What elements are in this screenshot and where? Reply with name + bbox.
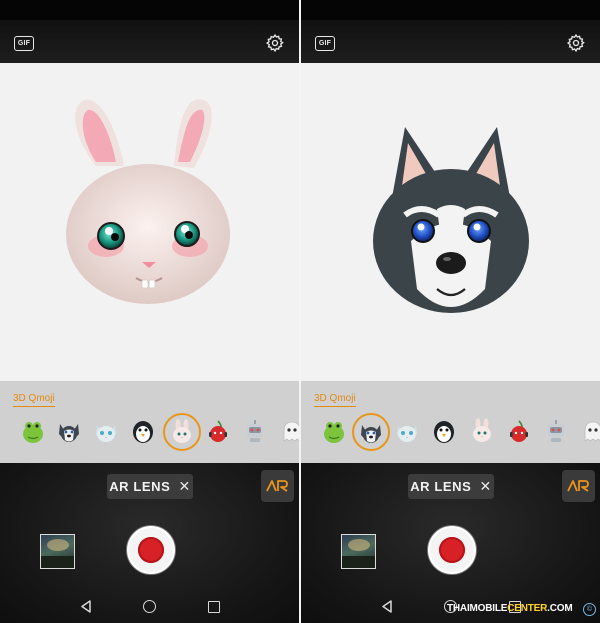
record-button[interactable] bbox=[428, 526, 476, 574]
ar-lens-label: AR LENS bbox=[410, 479, 472, 494]
record-button[interactable] bbox=[127, 526, 175, 574]
ar-lens-chip[interactable]: AR LENS ✕ bbox=[107, 474, 193, 499]
robot-icon bbox=[548, 420, 564, 442]
qmoji-category-tab[interactable]: 3D Qmoji bbox=[314, 393, 356, 407]
qmoji-cat[interactable] bbox=[389, 413, 425, 449]
thumbnail-ground bbox=[41, 556, 74, 568]
bunny-icon bbox=[173, 419, 191, 443]
status-bar bbox=[301, 0, 600, 20]
penguin-icon bbox=[434, 421, 454, 443]
gear-icon[interactable] bbox=[265, 33, 285, 53]
ar-lens-chip[interactable]: AR LENS ✕ bbox=[408, 474, 494, 499]
gif-button[interactable]: GIF bbox=[14, 36, 34, 51]
top-bar: GIF bbox=[0, 0, 299, 63]
ar-logo-icon bbox=[567, 480, 589, 492]
qmoji-ghost[interactable] bbox=[274, 413, 299, 449]
qmoji-bunny[interactable] bbox=[464, 413, 500, 449]
watermark-part-1: THAIMOBILE bbox=[447, 603, 508, 614]
recent-apps-icon[interactable] bbox=[208, 601, 220, 613]
copyright-icon: © bbox=[583, 603, 596, 616]
thumbnail-glow bbox=[348, 539, 370, 551]
watermark-part-2: CENTER bbox=[507, 603, 548, 614]
top-bar: GIF bbox=[301, 0, 600, 63]
close-icon[interactable]: ✕ bbox=[479, 478, 491, 495]
qmoji-category-tab[interactable]: 3D Qmoji bbox=[13, 393, 55, 407]
ar-mode-button[interactable] bbox=[261, 470, 294, 502]
gear-icon[interactable] bbox=[566, 33, 586, 53]
qmoji-ghost[interactable] bbox=[575, 413, 600, 449]
qmoji-strip: 3D Qmoji bbox=[0, 381, 299, 463]
camera-viewport[interactable] bbox=[301, 63, 600, 381]
watermark-part-3: .COM bbox=[547, 603, 573, 614]
penguin-icon bbox=[133, 421, 153, 443]
qmoji-husky[interactable] bbox=[352, 413, 390, 451]
home-icon[interactable] bbox=[143, 600, 156, 613]
camera-panel-left: GIF 3D Qmoji AR LENS ✕ bbox=[0, 0, 299, 623]
camera-viewport[interactable] bbox=[0, 63, 299, 381]
robot-icon bbox=[247, 420, 263, 442]
cherry-icon bbox=[510, 420, 528, 442]
qmoji-cherry[interactable] bbox=[200, 413, 236, 449]
gif-button[interactable]: GIF bbox=[315, 36, 335, 51]
status-bar bbox=[0, 0, 299, 20]
cat-icon bbox=[397, 425, 417, 442]
record-icon bbox=[439, 537, 465, 563]
ar-lens-label: AR LENS bbox=[109, 479, 171, 494]
cherry-icon bbox=[209, 420, 227, 442]
thumbnail-glow bbox=[47, 539, 69, 551]
husky-icon bbox=[59, 424, 79, 442]
qmoji-robot[interactable] bbox=[237, 413, 273, 449]
qmoji-robot[interactable] bbox=[538, 413, 574, 449]
qmoji-husky[interactable] bbox=[51, 413, 87, 449]
qmoji-row bbox=[301, 413, 600, 453]
camera-panel-right: GIF 3D Qmoji AR LENS ✕ bbox=[301, 0, 600, 623]
gallery-thumbnail[interactable] bbox=[40, 534, 75, 569]
nav-bar bbox=[0, 591, 299, 623]
qmoji-frog[interactable] bbox=[15, 413, 51, 449]
qmoji-frog[interactable] bbox=[316, 413, 352, 449]
ghost-icon bbox=[283, 421, 299, 442]
qmoji-cherry[interactable] bbox=[501, 413, 537, 449]
qmoji-strip: 3D Qmoji bbox=[301, 381, 600, 463]
thumbnail-ground bbox=[342, 556, 375, 568]
ghost-icon bbox=[584, 421, 600, 442]
frog-icon bbox=[324, 422, 344, 443]
frog-icon bbox=[23, 422, 43, 443]
husky-icon bbox=[361, 425, 381, 443]
husky-avatar bbox=[373, 127, 529, 313]
qmoji-penguin[interactable] bbox=[426, 413, 462, 449]
ar-logo-icon bbox=[266, 480, 288, 492]
watermark: THAIMOBILECENTER.COM bbox=[447, 603, 573, 614]
qmoji-row bbox=[0, 413, 299, 453]
bunny-avatar bbox=[66, 99, 230, 304]
cat-icon bbox=[96, 425, 116, 442]
record-icon bbox=[138, 537, 164, 563]
qmoji-cat[interactable] bbox=[88, 413, 124, 449]
back-icon[interactable] bbox=[80, 600, 92, 613]
gallery-thumbnail[interactable] bbox=[341, 534, 376, 569]
close-icon[interactable]: ✕ bbox=[178, 478, 190, 495]
qmoji-bunny[interactable] bbox=[163, 413, 201, 451]
qmoji-penguin[interactable] bbox=[125, 413, 161, 449]
bunny-icon bbox=[473, 418, 491, 442]
back-icon[interactable] bbox=[381, 600, 393, 613]
ar-mode-button[interactable] bbox=[562, 470, 595, 502]
